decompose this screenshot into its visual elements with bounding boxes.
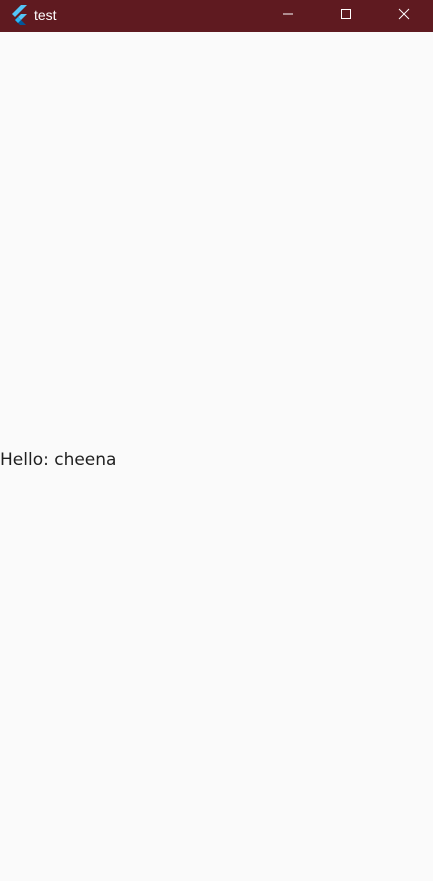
- maximize-button[interactable]: [317, 0, 375, 32]
- flutter-logo-icon: [10, 5, 28, 26]
- app-window: test Hello: cheena: [0, 0, 433, 881]
- app-content: Hello: cheena: [0, 32, 433, 881]
- window-title: test: [34, 7, 57, 23]
- close-button[interactable]: [375, 0, 433, 32]
- minimize-button[interactable]: [259, 0, 317, 32]
- minimize-icon: [282, 7, 294, 25]
- greeting-text: Hello: cheena: [0, 450, 117, 470]
- title-bar[interactable]: test: [0, 0, 433, 32]
- close-icon: [398, 7, 410, 25]
- window-controls: [259, 0, 433, 32]
- maximize-icon: [340, 7, 352, 25]
